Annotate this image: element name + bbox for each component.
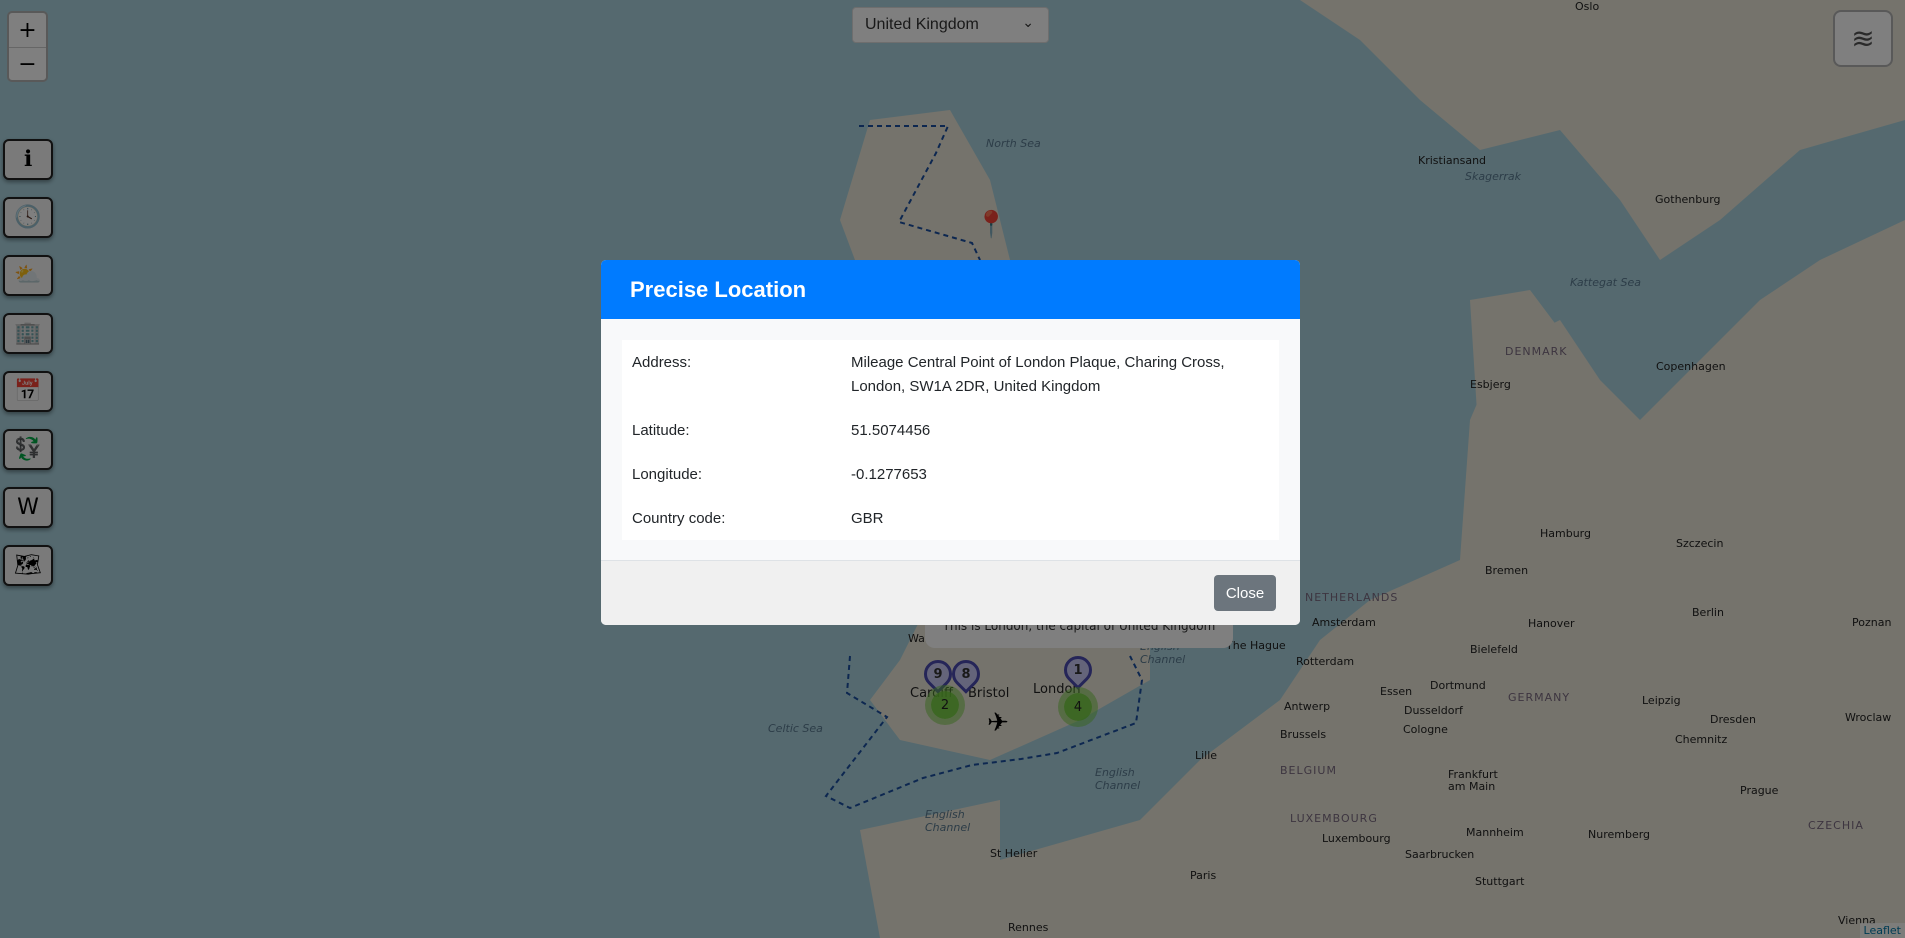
location-table: Address: Mileage Central Point of London … [622,340,1279,540]
precise-location-modal: Precise Location Address: Mileage Central… [601,260,1300,625]
row-label: Address: [632,354,692,371]
row-value: -0.1277653 [851,466,927,483]
row-label: Longitude: [632,466,703,483]
row-label: Country code: [632,510,726,527]
row-value: 51.5074456 [851,422,931,439]
row-label: Latitude: [632,422,690,439]
row-value: GBR [851,510,884,527]
modal-title: Precise Location [601,260,1300,319]
modal-footer: Close [601,560,1300,625]
close-button[interactable]: Close [1214,575,1276,611]
row-value: Mileage Central Point of London Plaque, … [851,354,1225,395]
